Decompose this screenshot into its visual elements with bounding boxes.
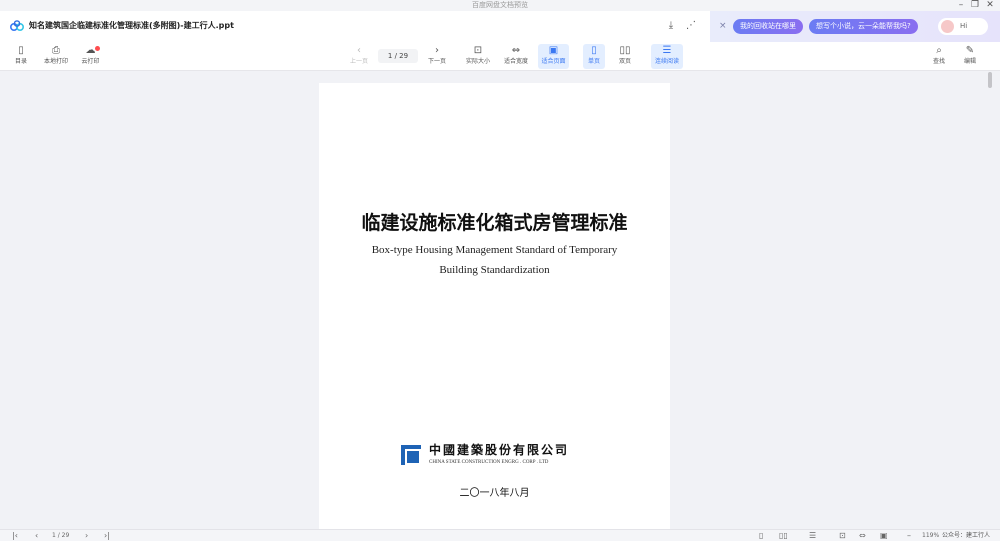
status-scroll-view-icon[interactable]: ☰ <box>809 530 816 541</box>
viewer-toolbar: ▯ 目录 ⎙ 本地打印 ☁ 云打印 ‹ 上一页 1 / 29 › 下一页 ⊡ 实… <box>0 42 1000 71</box>
new-badge-dot <box>95 46 100 51</box>
window-title-bar: 百度网盘文档预览 – ❐ ✕ <box>0 0 1000 11</box>
fit-width-icon: ⇔ <box>511 45 521 56</box>
fit-page-button[interactable]: ▣ 适合页面 <box>538 44 569 69</box>
status-double-view-icon[interactable]: ▯▯ <box>779 530 788 541</box>
fit-width-button[interactable]: ⇔ 适合宽度 <box>500 44 532 69</box>
document-date: 二〇一八年八月 <box>459 488 530 499</box>
company-block: 中國建築股份有限公司 CHINA STATE CONSTRUCTION ENGR… <box>401 443 591 469</box>
cloud-print-button[interactable]: ☁ 云打印 <box>78 44 103 69</box>
baidu-netdisk-logo-icon <box>10 20 24 31</box>
status-page-indicator: 1 / 29 <box>52 532 70 539</box>
fit-page-icon: ▣ <box>548 45 559 56</box>
vertical-scrollbar-thumb[interactable] <box>988 72 992 88</box>
download-icon[interactable]: ⤓ <box>664 19 678 33</box>
company-name-cn: 中國建築股份有限公司 <box>429 443 570 457</box>
prev-page-button[interactable]: ‹ 上一页 <box>347 44 371 69</box>
document-title-en-line2: Building Standardization <box>439 264 550 276</box>
close-window-button[interactable]: ✕ <box>981 0 999 11</box>
status-single-view-icon[interactable]: ▯ <box>759 530 763 541</box>
find-label: 查找 <box>932 58 945 65</box>
pencil-icon: ✎ <box>965 45 975 56</box>
document-title-cn: 临建设施标准化箱式房管理标准 <box>361 212 628 234</box>
company-logo-icon <box>401 445 421 465</box>
zoom-out-button[interactable]: – <box>907 530 911 541</box>
next-page-button[interactable]: › 下一页 <box>425 44 449 69</box>
actual-size-button[interactable]: ⊡ 实际大小 <box>462 44 494 69</box>
status-fit-width-icon[interactable]: ⇔ <box>859 530 866 541</box>
page-indicator-input[interactable]: 1 / 29 <box>378 49 418 63</box>
ai-assistant-panel: × 我的回收站在哪里 想写个小说，云一朵能帮我吗? Hi <box>710 11 1000 42</box>
continuous-read-icon: ☰ <box>662 45 672 56</box>
fit-page-label: 适合页面 <box>541 58 566 65</box>
ai-suggestion-write-novel[interactable]: 想写个小说，云一朵能帮我吗? <box>809 19 918 34</box>
continuous-read-label: 连续阅读 <box>654 58 679 65</box>
toc-icon: ▯ <box>18 45 24 56</box>
search-icon: ⌕ <box>936 45 942 56</box>
status-bar: |‹ ‹ 1 / 29 › ›| ▯ ▯▯ ☰ ⊡ ⇔ ▣ – 119% 公众号… <box>0 529 1000 541</box>
watermark-text: 公众号：建工行人 <box>942 532 991 539</box>
ai-hi-button[interactable]: Hi <box>938 18 988 35</box>
ai-hi-label: Hi <box>960 22 968 30</box>
document-title-en-line1: Box-type Housing Management Standard of … <box>371 244 618 256</box>
double-page-label: 双页 <box>618 58 631 65</box>
window-title: 百度网盘文档预览 <box>472 1 528 9</box>
actual-size-label: 实际大小 <box>465 58 490 65</box>
status-actual-size-icon[interactable]: ⊡ <box>839 530 846 541</box>
single-page-button[interactable]: ▯ 单页 <box>583 44 605 69</box>
next-page-label: 下一页 <box>427 58 446 65</box>
document-page: 临建设施标准化箱式房管理标准 Box-type Housing Manageme… <box>319 83 670 529</box>
cloud-print-label: 云打印 <box>81 58 100 65</box>
ai-suggestion-recycle-bin[interactable]: 我的回收站在哪里 <box>733 19 803 34</box>
edit-button[interactable]: ✎ 编辑 <box>959 44 981 69</box>
prev-page-icon: ‹ <box>357 45 361 56</box>
toc-button[interactable]: ▯ 目录 <box>10 44 32 69</box>
zoom-level: 119% <box>922 532 940 539</box>
single-page-icon: ▯ <box>591 45 597 56</box>
local-print-label: 本地打印 <box>43 58 68 65</box>
find-button[interactable]: ⌕ 查找 <box>928 44 950 69</box>
edit-label: 编辑 <box>963 58 976 65</box>
double-page-button[interactable]: ▯▯ 双页 <box>614 44 636 69</box>
continuous-read-button[interactable]: ☰ 连续阅读 <box>651 44 683 69</box>
status-next-page-button[interactable]: › <box>85 530 88 541</box>
company-name-en: CHINA STATE CONSTRUCTION ENGRG . CORP . … <box>429 460 549 465</box>
first-page-button[interactable]: |‹ <box>12 530 18 541</box>
double-page-icon: ▯▯ <box>619 45 631 56</box>
actual-size-icon: ⊡ <box>473 45 483 56</box>
file-name: 知名建筑国企临建标准化管理标准(多附图)-建工行人.ppt <box>29 21 234 30</box>
fit-width-label: 适合宽度 <box>503 58 528 65</box>
ai-close-icon[interactable]: × <box>719 20 727 32</box>
prev-page-label: 上一页 <box>349 58 368 65</box>
local-print-button[interactable]: ⎙ 本地打印 <box>40 44 72 69</box>
status-fit-page-icon[interactable]: ▣ <box>880 530 888 541</box>
ai-avatar-icon <box>941 20 954 33</box>
printer-icon: ⎙ <box>52 45 60 56</box>
share-icon[interactable]: ⋰ <box>684 19 698 33</box>
status-prev-page-button[interactable]: ‹ <box>35 530 38 541</box>
file-header: 知名建筑国企临建标准化管理标准(多附图)-建工行人.ppt ⤓ ⋰ × 我的回收… <box>0 11 1000 42</box>
document-viewport[interactable]: 临建设施标准化箱式房管理标准 Box-type Housing Manageme… <box>0 71 1000 529</box>
last-page-button[interactable]: ›| <box>104 530 110 541</box>
single-page-label: 单页 <box>587 58 600 65</box>
toc-label: 目录 <box>14 58 27 65</box>
next-page-icon: › <box>435 45 439 56</box>
document-title-en: Box-type Housing Management Standard of … <box>319 240 670 280</box>
